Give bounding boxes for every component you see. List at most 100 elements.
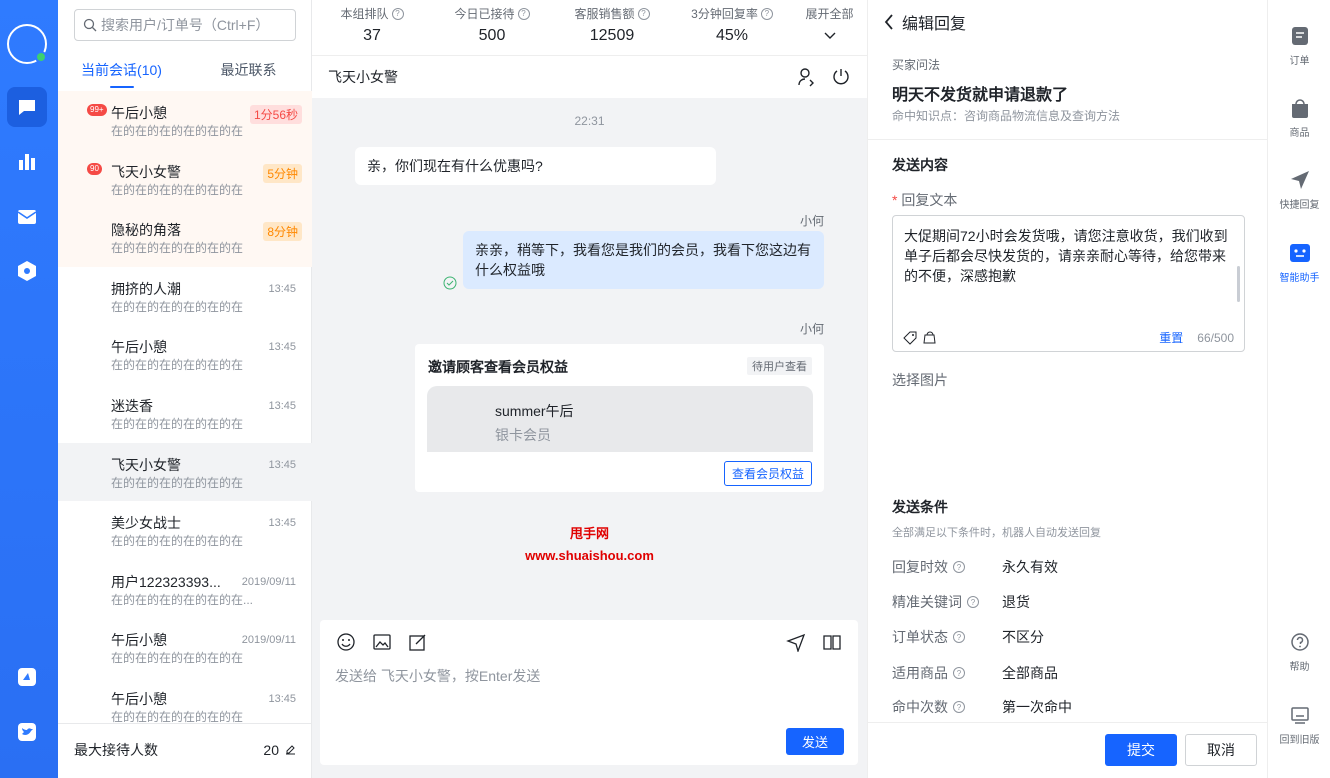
image-icon[interactable] <box>372 632 392 652</box>
help-icon <box>1290 633 1309 651</box>
wait-time-badge: 8分钟 <box>263 222 302 242</box>
stat-value: 37 <box>363 27 381 44</box>
list-item[interactable]: 99+ 午后小憩 在的在的在的在的在的在 1分56秒 <box>58 91 312 150</box>
send-arrow-icon[interactable] <box>786 632 806 652</box>
member-level: 银卡会员 <box>495 427 551 443</box>
condition-value[interactable]: 全部商品 <box>1002 663 1058 683</box>
wait-time-badge: 1分56秒 <box>249 105 302 124</box>
card-status-badge: 待用户查看 <box>747 357 812 375</box>
quick-reply-tool[interactable]: 快捷回复 <box>1268 170 1330 211</box>
list-item-selected[interactable]: 飞天小女警 在的在的在的在的在的在 13:45 <box>58 442 312 502</box>
condition-key: 订单状态 <box>892 629 948 645</box>
smart-assistant-tool[interactable]: 智能助手 <box>1268 243 1330 284</box>
product-icon[interactable] <box>923 331 937 345</box>
stat-value: 500 <box>478 27 506 44</box>
conversation-tabs: 当前会话(10) 最近联系 <box>58 56 312 88</box>
question-section: 买家问法 明天不发货就申请退款了 命中知识点：咨询商品物流信息及查询方法 <box>868 45 1268 140</box>
condition-key: 适用商品 <box>892 665 948 681</box>
order-tool[interactable]: 订单 <box>1268 26 1330 67</box>
search-icon <box>83 18 97 32</box>
help-tool[interactable]: 帮助 <box>1268 632 1330 673</box>
reply-label-text: 回复文本 <box>901 192 958 208</box>
tag-icon[interactable] <box>903 331 917 345</box>
help-icon[interactable]: ? <box>953 631 965 643</box>
help-icon[interactable]: ? <box>967 596 979 608</box>
help-icon[interactable]: ? <box>760 7 773 20</box>
conversation-list: 99+ 午后小憩 在的在的在的在的在的在 1分56秒 90 飞天小女警 在的在的… <box>58 91 312 723</box>
list-item[interactable]: 隐秘的角落 在的在的在的在的在的在 8分钟 <box>58 208 312 267</box>
back-arrow-icon[interactable] <box>884 14 894 30</box>
view-benefits-button[interactable]: 查看会员权益 <box>723 461 812 486</box>
tool-label: 帮助 <box>1289 662 1310 673</box>
list-item[interactable]: 拥挤的人潮 在的在的在的在的在的在 13:45 <box>58 267 312 326</box>
chart-icon[interactable] <box>7 142 47 182</box>
user-transfer-icon[interactable] <box>797 67 817 87</box>
help-icon[interactable]: ? <box>953 667 965 679</box>
search-input[interactable] <box>101 17 291 33</box>
condition-key: 回复时效 <box>892 559 948 575</box>
list-item[interactable]: 迷迭香 在的在的在的在的在的在 13:45 <box>58 384 312 443</box>
hexagon-icon[interactable] <box>7 251 47 291</box>
stats-bar: 本组排队? 37 今日已接待? 500 客服销售额? 12509 3分钟回复率?… <box>312 0 867 56</box>
last-message: 在的在的在的在的在的在 <box>111 299 244 314</box>
list-item[interactable]: 用户122323393... 在的在的在的在的在的在... 2019/09/11 <box>58 560 312 619</box>
app-icon[interactable] <box>7 657 47 697</box>
cancel-button[interactable]: 取消 <box>1185 734 1257 766</box>
help-icon[interactable]: ? <box>637 7 650 20</box>
chat-icon[interactable] <box>7 87 47 127</box>
tab-current-sessions[interactable]: 当前会话(10) <box>58 56 185 88</box>
list-item[interactable]: 午后小憩 在的在的在的在的在的在 13:45 <box>58 677 312 723</box>
textarea-scrollbar[interactable] <box>1237 266 1240 302</box>
mail-icon[interactable] <box>7 197 47 237</box>
conditions-title: 发送条件 <box>892 499 948 515</box>
list-item[interactable]: 午后小憩 在的在的在的在的在的在 2019/09/11 <box>58 618 312 677</box>
expand-all-button[interactable]: 展开全部 <box>792 0 867 55</box>
avatar[interactable] <box>7 24 47 64</box>
book-icon[interactable] <box>822 632 842 652</box>
order-icon <box>1291 27 1308 45</box>
submit-button[interactable]: 提交 <box>1105 734 1177 766</box>
power-icon[interactable] <box>831 67 851 87</box>
member-invite-card: 邀请顾客查看会员权益 待用户查看 summer午后 银卡会员 查看会员权益 <box>415 344 824 492</box>
condition-value[interactable]: 第一次命中 <box>1002 697 1072 717</box>
reply-textarea[interactable]: 大促期间72小时会发货哦，请您注意收货，我们收到单子后都会尽快发货的，请亲亲耐心… <box>892 215 1245 352</box>
max-reception-label: 最大接待人数 <box>74 741 158 758</box>
list-item[interactable]: 午后小憩 在的在的在的在的在的在 13:45 <box>58 325 312 384</box>
help-icon[interactable]: ? <box>953 561 965 573</box>
message-time: 13:45 <box>268 341 296 354</box>
search-box[interactable] <box>74 9 296 41</box>
help-icon[interactable]: ? <box>517 7 530 20</box>
condition-value[interactable]: 退货 <box>1002 592 1030 612</box>
monitor-icon <box>1290 707 1309 724</box>
select-image-label[interactable]: 选择图片 <box>892 370 948 390</box>
max-reception-value[interactable]: 20 <box>263 742 296 758</box>
paper-plane-icon <box>1290 171 1309 189</box>
left-nav <box>0 0 58 778</box>
message-input[interactable]: 发送给 飞天小女警，按Enter发送 <box>335 666 540 686</box>
tab-recent-contacts[interactable]: 最近联系 <box>185 56 312 88</box>
message-time: 13:45 <box>268 692 296 705</box>
send-button[interactable]: 发送 <box>785 728 844 755</box>
emoji-icon[interactable] <box>336 632 356 652</box>
edit-note-icon[interactable] <box>408 632 428 652</box>
max-reception-number: 20 <box>263 741 279 758</box>
help-icon[interactable]: ? <box>391 7 404 20</box>
list-item[interactable]: 美少女战士 在的在的在的在的在的在 13:45 <box>58 501 312 560</box>
tool-label: 智能助手 <box>1279 273 1320 284</box>
last-message: 在的在的在的在的在的在 <box>111 182 244 197</box>
list-item[interactable]: 90 飞天小女警 在的在的在的在的在的在 5分钟 <box>58 149 312 209</box>
product-tool[interactable]: 商品 <box>1268 98 1330 139</box>
help-icon[interactable]: ? <box>953 701 965 713</box>
member-name: summer午后 <box>495 403 574 419</box>
reset-button[interactable]: 重置 <box>1159 329 1183 346</box>
last-message: 在的在的在的在的在的在 <box>111 475 244 490</box>
condition-value[interactable]: 不区分 <box>1002 627 1044 647</box>
last-message: 在的在的在的在的在的在 <box>111 358 244 373</box>
watermark-url: www.shuaishou.com <box>525 548 654 563</box>
unread-badge: 99+ <box>87 104 107 116</box>
edit-icon[interactable] <box>285 744 296 755</box>
back-to-old-tool[interactable]: 回到旧版 <box>1268 705 1330 746</box>
hit-knowledge: 命中知识点：咨询商品物流信息及查询方法 <box>892 109 1121 123</box>
bird-icon[interactable] <box>7 712 47 752</box>
condition-value[interactable]: 永久有效 <box>1002 557 1058 577</box>
